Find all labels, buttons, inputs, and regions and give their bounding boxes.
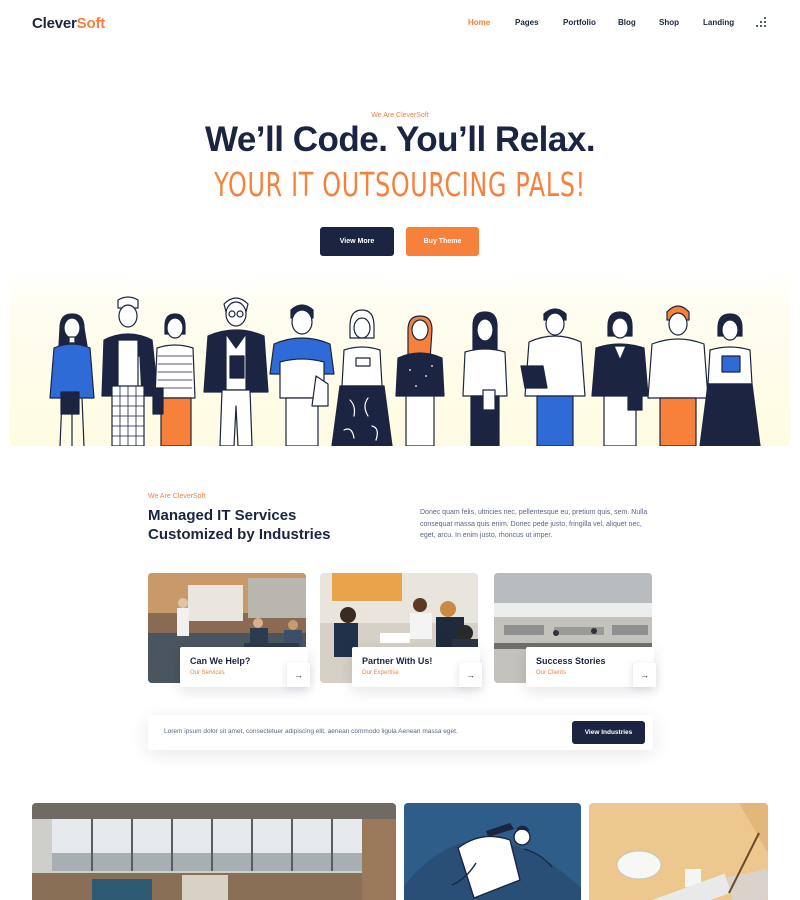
hero-title: We’ll Code. You’ll Relax. <box>204 120 596 159</box>
main-nav: Home Pages Portfolio Blog Shop Landing <box>0 18 800 30</box>
services-title-line1: Managed IT Services <box>148 507 297 524</box>
services-eyebrow: We Are CleverSoft <box>148 493 206 500</box>
services-title-line2: Customized by Industries <box>148 526 331 543</box>
hero-subtitle: Your IT Outsourcing Pals! <box>214 165 586 204</box>
service-card-success[interactable]: Success Stories Our Clients → <box>494 573 656 687</box>
service-card-partner[interactable]: Partner With Us! Our Expertise → <box>320 573 482 687</box>
hero-eyebrow: We Are CleverSoft <box>371 112 429 119</box>
grid-dots-icon[interactable] <box>756 17 768 29</box>
service-card-partner-title: Partner With Us! <box>362 656 433 666</box>
service-card-help-title: Can We Help? <box>190 656 251 666</box>
office-lounge-image <box>32 803 396 900</box>
team-illustration <box>49 296 761 446</box>
nav-shop[interactable]: Shop <box>659 18 679 27</box>
nav-home[interactable]: Home <box>468 18 490 27</box>
nav-blog[interactable]: Blog <box>618 18 636 27</box>
site-header: CleverSoft Home Pages Portfolio Blog Sho… <box>0 0 800 46</box>
service-card-success-subtitle[interactable]: Our Clients <box>536 670 566 676</box>
services-title: Managed IT Services Customized by Indust… <box>148 506 408 544</box>
arrow-right-icon[interactable]: → <box>286 663 310 687</box>
buy-theme-button[interactable]: Buy Theme <box>406 227 479 256</box>
services-description: Donec quam felis, ultricies nec, pellent… <box>420 509 648 539</box>
arrow-right-icon[interactable]: → <box>458 663 482 687</box>
runner-illustration-image <box>404 803 581 900</box>
nav-pages[interactable]: Pages <box>515 18 539 27</box>
arrow-right-icon[interactable]: → <box>632 663 656 687</box>
nav-landing[interactable]: Landing <box>703 18 734 27</box>
service-card-success-title: Success Stories <box>536 656 606 666</box>
service-card-help-subtitle[interactable]: Our Services <box>190 670 225 676</box>
industries-cta-bar: Lorem ipsum dolor sit amet, consectetuer… <box>148 715 653 750</box>
view-industries-button[interactable]: View Industries <box>572 721 645 744</box>
cta-text: Lorem ipsum dolor sit amet, consectetuer… <box>164 728 458 735</box>
nav-portfolio[interactable]: Portfolio <box>563 18 596 27</box>
service-card-partner-subtitle[interactable]: Our Expertise <box>362 670 399 676</box>
desk-items-image <box>589 803 768 900</box>
service-card-help[interactable]: Can We Help? Our Services → <box>148 573 310 687</box>
view-more-button[interactable]: View More <box>320 227 394 256</box>
